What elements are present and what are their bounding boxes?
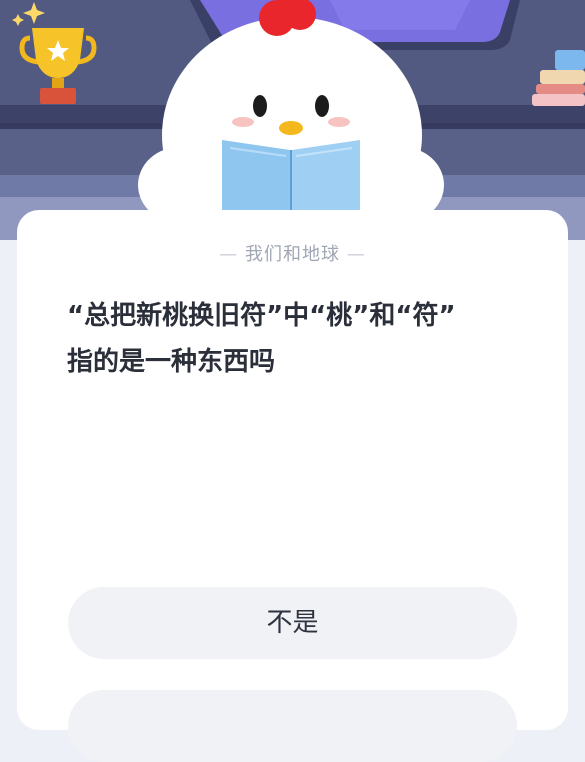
question-card: — 我们和地球 — “总把新桃换旧符”中“桃”和“符” 指的是一种东西吗 不是 — [17, 210, 568, 762]
question-line-1: “总把新桃换旧符”中“桃”和“符” — [67, 301, 456, 331]
answer-button-second[interactable] — [68, 690, 517, 762]
question-text: “总把新桃换旧符”中“桃”和“符” 指的是一种东西吗 — [67, 293, 537, 385]
answer-button-no[interactable]: 不是 — [68, 587, 517, 659]
header-illustration — [0, 0, 585, 240]
category-dash-left: — — [219, 244, 239, 265]
category-label: 我们和地球 — [245, 244, 340, 265]
question-line-2: 指的是一种东西吗 — [67, 347, 276, 377]
category-dash-right: — — [346, 244, 366, 265]
category-title: — 我们和地球 — — [17, 240, 568, 266]
mascot-scene — [0, 0, 585, 240]
